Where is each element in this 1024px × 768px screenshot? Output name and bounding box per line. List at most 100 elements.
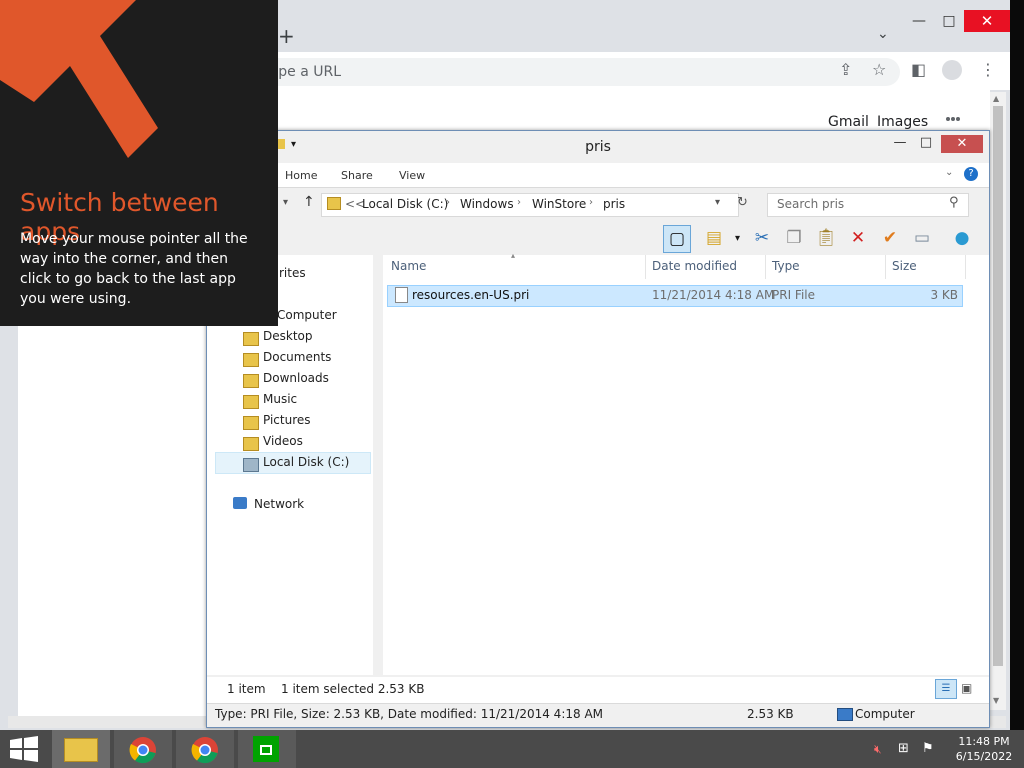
copy-icon[interactable]: ❐ <box>781 225 807 251</box>
network-icon <box>233 497 247 509</box>
tab-search-icon[interactable]: ⌄ <box>877 26 889 42</box>
windows-start-icon[interactable] <box>10 736 38 762</box>
delete-icon[interactable]: ✕ <box>845 225 871 251</box>
paste-icon[interactable]: 📋︎ <box>813 225 839 251</box>
file-type: PRI File <box>772 288 816 302</box>
nav-network[interactable]: Network <box>254 497 304 511</box>
breadcrumb-windows[interactable]: Windows <box>460 197 514 211</box>
close-button[interactable]: ✕ <box>964 10 1010 32</box>
images-link[interactable]: Images <box>877 114 928 130</box>
nav-documents[interactable]: Documents <box>263 350 331 364</box>
nav-favorites[interactable]: rites <box>279 266 306 280</box>
share-icon[interactable]: ⇪ <box>839 60 852 79</box>
file-size: 3 KB <box>930 288 958 302</box>
cut-icon[interactable]: ✂ <box>749 225 775 251</box>
videos-folder-icon <box>243 437 259 451</box>
details-location: Computer <box>855 707 915 721</box>
menu-kebab-icon[interactable]: ⋮ <box>980 60 996 79</box>
omnibox[interactable] <box>250 58 900 86</box>
minimize-button[interactable]: — <box>904 10 934 32</box>
tab-share[interactable]: Share <box>341 169 373 182</box>
documents-folder-icon <box>243 353 259 367</box>
details-size: 2.53 KB <box>747 707 794 721</box>
nav-music[interactable]: Music <box>263 392 297 406</box>
search-icon[interactable]: ⚲ <box>949 195 959 210</box>
column-type[interactable]: Type <box>772 259 800 273</box>
corner-arrow-icon <box>0 0 158 158</box>
rename-icon[interactable]: ▭ <box>909 225 935 251</box>
explorer-maximize-button[interactable]: □ <box>913 135 939 155</box>
omnibox-placeholder[interactable]: ype a URL <box>270 64 341 80</box>
breadcrumb-local-disk[interactable]: Local Disk (C:) <box>362 197 448 211</box>
breadcrumb-chevron-icon[interactable]: › <box>446 197 450 208</box>
file-explorer-icon <box>64 738 98 762</box>
chrome-taskbar-button-1[interactable] <box>114 730 172 768</box>
sort-ascending-icon: ▴ <box>511 251 516 260</box>
store-taskbar-button[interactable] <box>238 730 296 768</box>
nav-local-disk[interactable]: Local Disk (C:) <box>263 455 349 469</box>
breadcrumb-pris[interactable]: pris <box>603 197 625 211</box>
help-icon[interactable]: ? <box>964 167 978 181</box>
nav-computer[interactable]: Computer <box>277 308 337 322</box>
explorer-minimize-button[interactable]: — <box>887 135 913 155</box>
new-tab-button[interactable]: + <box>278 24 295 48</box>
computer-icon <box>837 708 853 721</box>
apps-grid-icon[interactable] <box>946 112 964 149</box>
system-clock[interactable]: 11:48 PM 6/15/2022 <box>948 734 1020 764</box>
up-arrow-icon[interactable]: ↑ <box>303 194 315 210</box>
tab-view[interactable]: View <box>399 169 425 182</box>
globe-icon[interactable]: ● <box>949 225 975 251</box>
details-view-icon[interactable]: ☰ <box>935 679 957 699</box>
column-divider[interactable] <box>965 255 966 279</box>
recent-locations-icon[interactable]: ▾ <box>283 197 288 208</box>
properties-dropdown-icon[interactable]: ▾ <box>735 233 740 244</box>
profile-avatar-icon[interactable] <box>942 60 962 80</box>
breadcrumb-winstore[interactable]: WinStore <box>532 197 586 211</box>
column-divider[interactable] <box>765 255 766 279</box>
local-disk-icon <box>243 458 259 472</box>
refresh-icon[interactable]: ↻ <box>737 195 748 210</box>
column-divider[interactable] <box>885 255 886 279</box>
file-list <box>383 255 989 675</box>
maximize-button[interactable]: □ <box>934 10 964 32</box>
item-count: 1 item <box>227 682 266 696</box>
downloads-folder-icon <box>243 374 259 388</box>
chrome-icon <box>129 737 156 764</box>
scroll-down-icon[interactable]: ▼ <box>993 696 999 705</box>
breadcrumb-chevron-icon[interactable]: › <box>517 197 521 208</box>
scroll-thumb[interactable] <box>993 106 1003 666</box>
large-icons-view-icon[interactable]: ▣ <box>961 681 972 695</box>
file-name[interactable]: resources.en-US.pri <box>412 288 529 302</box>
address-dropdown-icon[interactable]: ▾ <box>715 197 720 208</box>
nav-downloads[interactable]: Downloads <box>263 371 329 385</box>
column-divider[interactable] <box>645 255 646 279</box>
search-placeholder[interactable]: Search pris <box>777 197 844 211</box>
nav-pictures[interactable]: Pictures <box>263 413 311 427</box>
breadcrumb-chevron-icon[interactable]: › <box>589 197 593 208</box>
chrome-taskbar-button-2[interactable] <box>176 730 234 768</box>
properties-folder-icon[interactable]: ▤ <box>701 225 727 251</box>
window-title: pris <box>585 139 611 155</box>
volume-muted-icon[interactable]: 🔇︎ <box>874 742 882 757</box>
file-explorer-taskbar-button[interactable] <box>52 730 110 768</box>
ribbon-expand-icon[interactable]: ⌄ <box>945 167 953 178</box>
network-tray-icon[interactable]: ⊞ <box>898 741 909 756</box>
explorer-close-button[interactable]: ✕ <box>941 135 983 153</box>
side-panel-icon[interactable]: ◧ <box>911 60 926 79</box>
chrome-scrollbar[interactable]: ▲ ▼ <box>990 92 1006 710</box>
action-center-icon[interactable]: ⚑ <box>922 741 934 756</box>
nav-videos[interactable]: Videos <box>263 434 303 448</box>
scroll-up-icon[interactable]: ▲ <box>993 94 999 103</box>
check-icon[interactable]: ✔ <box>877 225 903 251</box>
details-info: Type: PRI File, Size: 2.53 KB, Date modi… <box>215 707 604 721</box>
music-folder-icon <box>243 395 259 409</box>
column-date-modified[interactable]: Date modified <box>652 259 737 273</box>
clock-date: 6/15/2022 <box>955 750 1013 763</box>
bookmark-star-icon[interactable]: ☆ <box>872 60 886 79</box>
column-name[interactable]: Name <box>391 259 426 273</box>
nav-desktop[interactable]: Desktop <box>263 329 313 343</box>
column-size[interactable]: Size <box>892 259 917 273</box>
tab-home[interactable]: Home <box>285 169 317 182</box>
preview-pane-icon[interactable]: ▢ <box>663 225 691 253</box>
gmail-link[interactable]: Gmail <box>828 114 869 130</box>
